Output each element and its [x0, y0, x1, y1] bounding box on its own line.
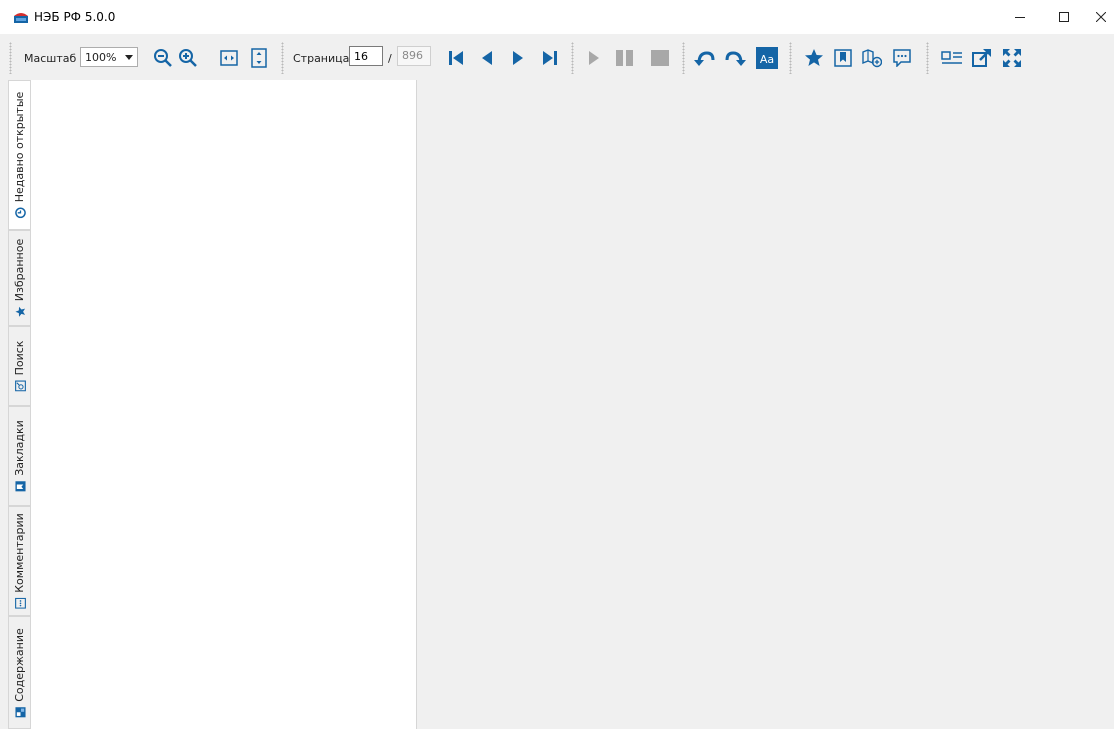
fit-width-button[interactable] — [217, 46, 241, 70]
last-page-icon — [543, 51, 557, 65]
minimize-button[interactable] — [1000, 0, 1040, 34]
tab-comments-label: Комментарии — [12, 513, 26, 593]
page-label: Страница — [293, 52, 350, 65]
chevron-down-icon — [125, 55, 133, 60]
favorite-icon — [805, 49, 823, 66]
toc-icon — [941, 51, 962, 64]
toc-button[interactable] — [940, 46, 964, 70]
page-separator: / — [388, 52, 392, 65]
bookmark-icon — [834, 49, 852, 67]
fit-height-button[interactable] — [247, 46, 271, 70]
search-icon — [14, 380, 25, 392]
star-icon — [14, 306, 25, 317]
stop-icon — [651, 50, 669, 66]
clock-icon — [14, 207, 25, 219]
zoom-out-button[interactable] — [151, 46, 175, 70]
tab-favorites[interactable]: Избранное — [8, 230, 30, 326]
next-page-icon — [513, 51, 523, 65]
prev-page-button[interactable] — [475, 46, 499, 70]
bookmark-icon — [14, 481, 25, 492]
rotate-left-icon — [694, 51, 715, 66]
pause-icon — [616, 50, 633, 66]
tab-recent[interactable]: Недавно открытые — [8, 80, 30, 230]
maximize-button[interactable] — [1044, 0, 1084, 34]
toolbar-grip[interactable] — [281, 42, 284, 74]
fullscreen-icon — [1003, 49, 1021, 67]
stop-button[interactable] — [648, 46, 672, 70]
add-map-button[interactable] — [860, 46, 884, 70]
close-button[interactable] — [1088, 0, 1114, 34]
zoom-label: Масштаб — [24, 52, 77, 65]
toolbar-grip[interactable] — [926, 42, 929, 74]
tab-search-label: Поиск — [12, 340, 26, 376]
next-page-button[interactable] — [506, 46, 530, 70]
comment-icon — [893, 49, 911, 67]
zoom-out-icon — [154, 49, 172, 67]
play-icon — [589, 51, 599, 65]
side-tab-strip: Недавно открытые Избранное Поиск Закладк… — [0, 80, 30, 729]
page-number-input[interactable] — [349, 46, 383, 66]
zoom-in-button[interactable] — [176, 46, 200, 70]
tab-contents-label: Содержание — [12, 627, 26, 702]
comment-icon — [14, 597, 25, 609]
tab-comments[interactable]: Комментарии — [8, 506, 30, 616]
text-mode-icon: Aa — [756, 47, 778, 69]
bookmark-button[interactable] — [831, 46, 855, 70]
title-bar: НЭБ РФ 5.0.0 — [0, 0, 1114, 34]
toolbar-grip[interactable] — [789, 42, 792, 74]
pause-button[interactable] — [613, 46, 637, 70]
svg-text:Aa: Aa — [760, 53, 774, 66]
prev-page-icon — [482, 51, 492, 65]
rotate-right-icon — [725, 51, 746, 66]
main-toolbar: Масштаб 100% Страница 16 / 896 Aa — [0, 36, 1114, 80]
tab-search[interactable]: Поиск — [8, 326, 30, 406]
play-button[interactable] — [581, 46, 605, 70]
minimize-icon — [1015, 17, 1025, 18]
add-map-icon — [862, 49, 882, 68]
tab-favorites-label: Избранное — [12, 238, 26, 302]
comment-button[interactable] — [890, 46, 914, 70]
text-mode-button[interactable]: Aa — [755, 46, 779, 70]
tab-recent-label: Недавно открытые — [12, 91, 26, 203]
first-page-icon — [449, 51, 463, 65]
tab-contents[interactable]: Содержание — [8, 616, 30, 729]
rotate-left-button[interactable] — [692, 46, 716, 70]
maximize-icon — [1059, 12, 1069, 22]
app-logo-icon — [12, 10, 30, 24]
window-title: НЭБ РФ 5.0.0 — [34, 10, 116, 24]
zoom-select[interactable]: 100% — [80, 47, 138, 67]
tab-bookmarks-label: Закладки — [12, 420, 26, 476]
open-external-button[interactable] — [970, 46, 994, 70]
contents-icon — [14, 706, 25, 717]
recent-documents-panel — [30, 80, 417, 729]
favorite-button[interactable] — [802, 46, 826, 70]
toolbar-grip[interactable] — [9, 42, 12, 74]
first-page-button[interactable] — [444, 46, 468, 70]
open-external-icon — [972, 49, 991, 67]
rotate-right-button[interactable] — [724, 46, 748, 70]
fullscreen-button[interactable] — [1000, 46, 1024, 70]
toolbar-grip[interactable] — [571, 42, 574, 74]
zoom-in-icon — [179, 49, 197, 67]
zoom-value: 100% — [85, 51, 117, 64]
fit-width-icon — [220, 50, 238, 66]
fit-height-icon — [251, 48, 267, 68]
last-page-button[interactable] — [538, 46, 562, 70]
document-viewer[interactable] — [417, 80, 1114, 729]
page-total: 896 — [397, 46, 431, 66]
toolbar-grip[interactable] — [682, 42, 685, 74]
app-window: НЭБ РФ 5.0.0 Масштаб 100% Страница 16 / … — [0, 0, 1114, 729]
tab-bookmarks[interactable]: Закладки — [8, 406, 30, 506]
close-icon — [1096, 12, 1106, 22]
